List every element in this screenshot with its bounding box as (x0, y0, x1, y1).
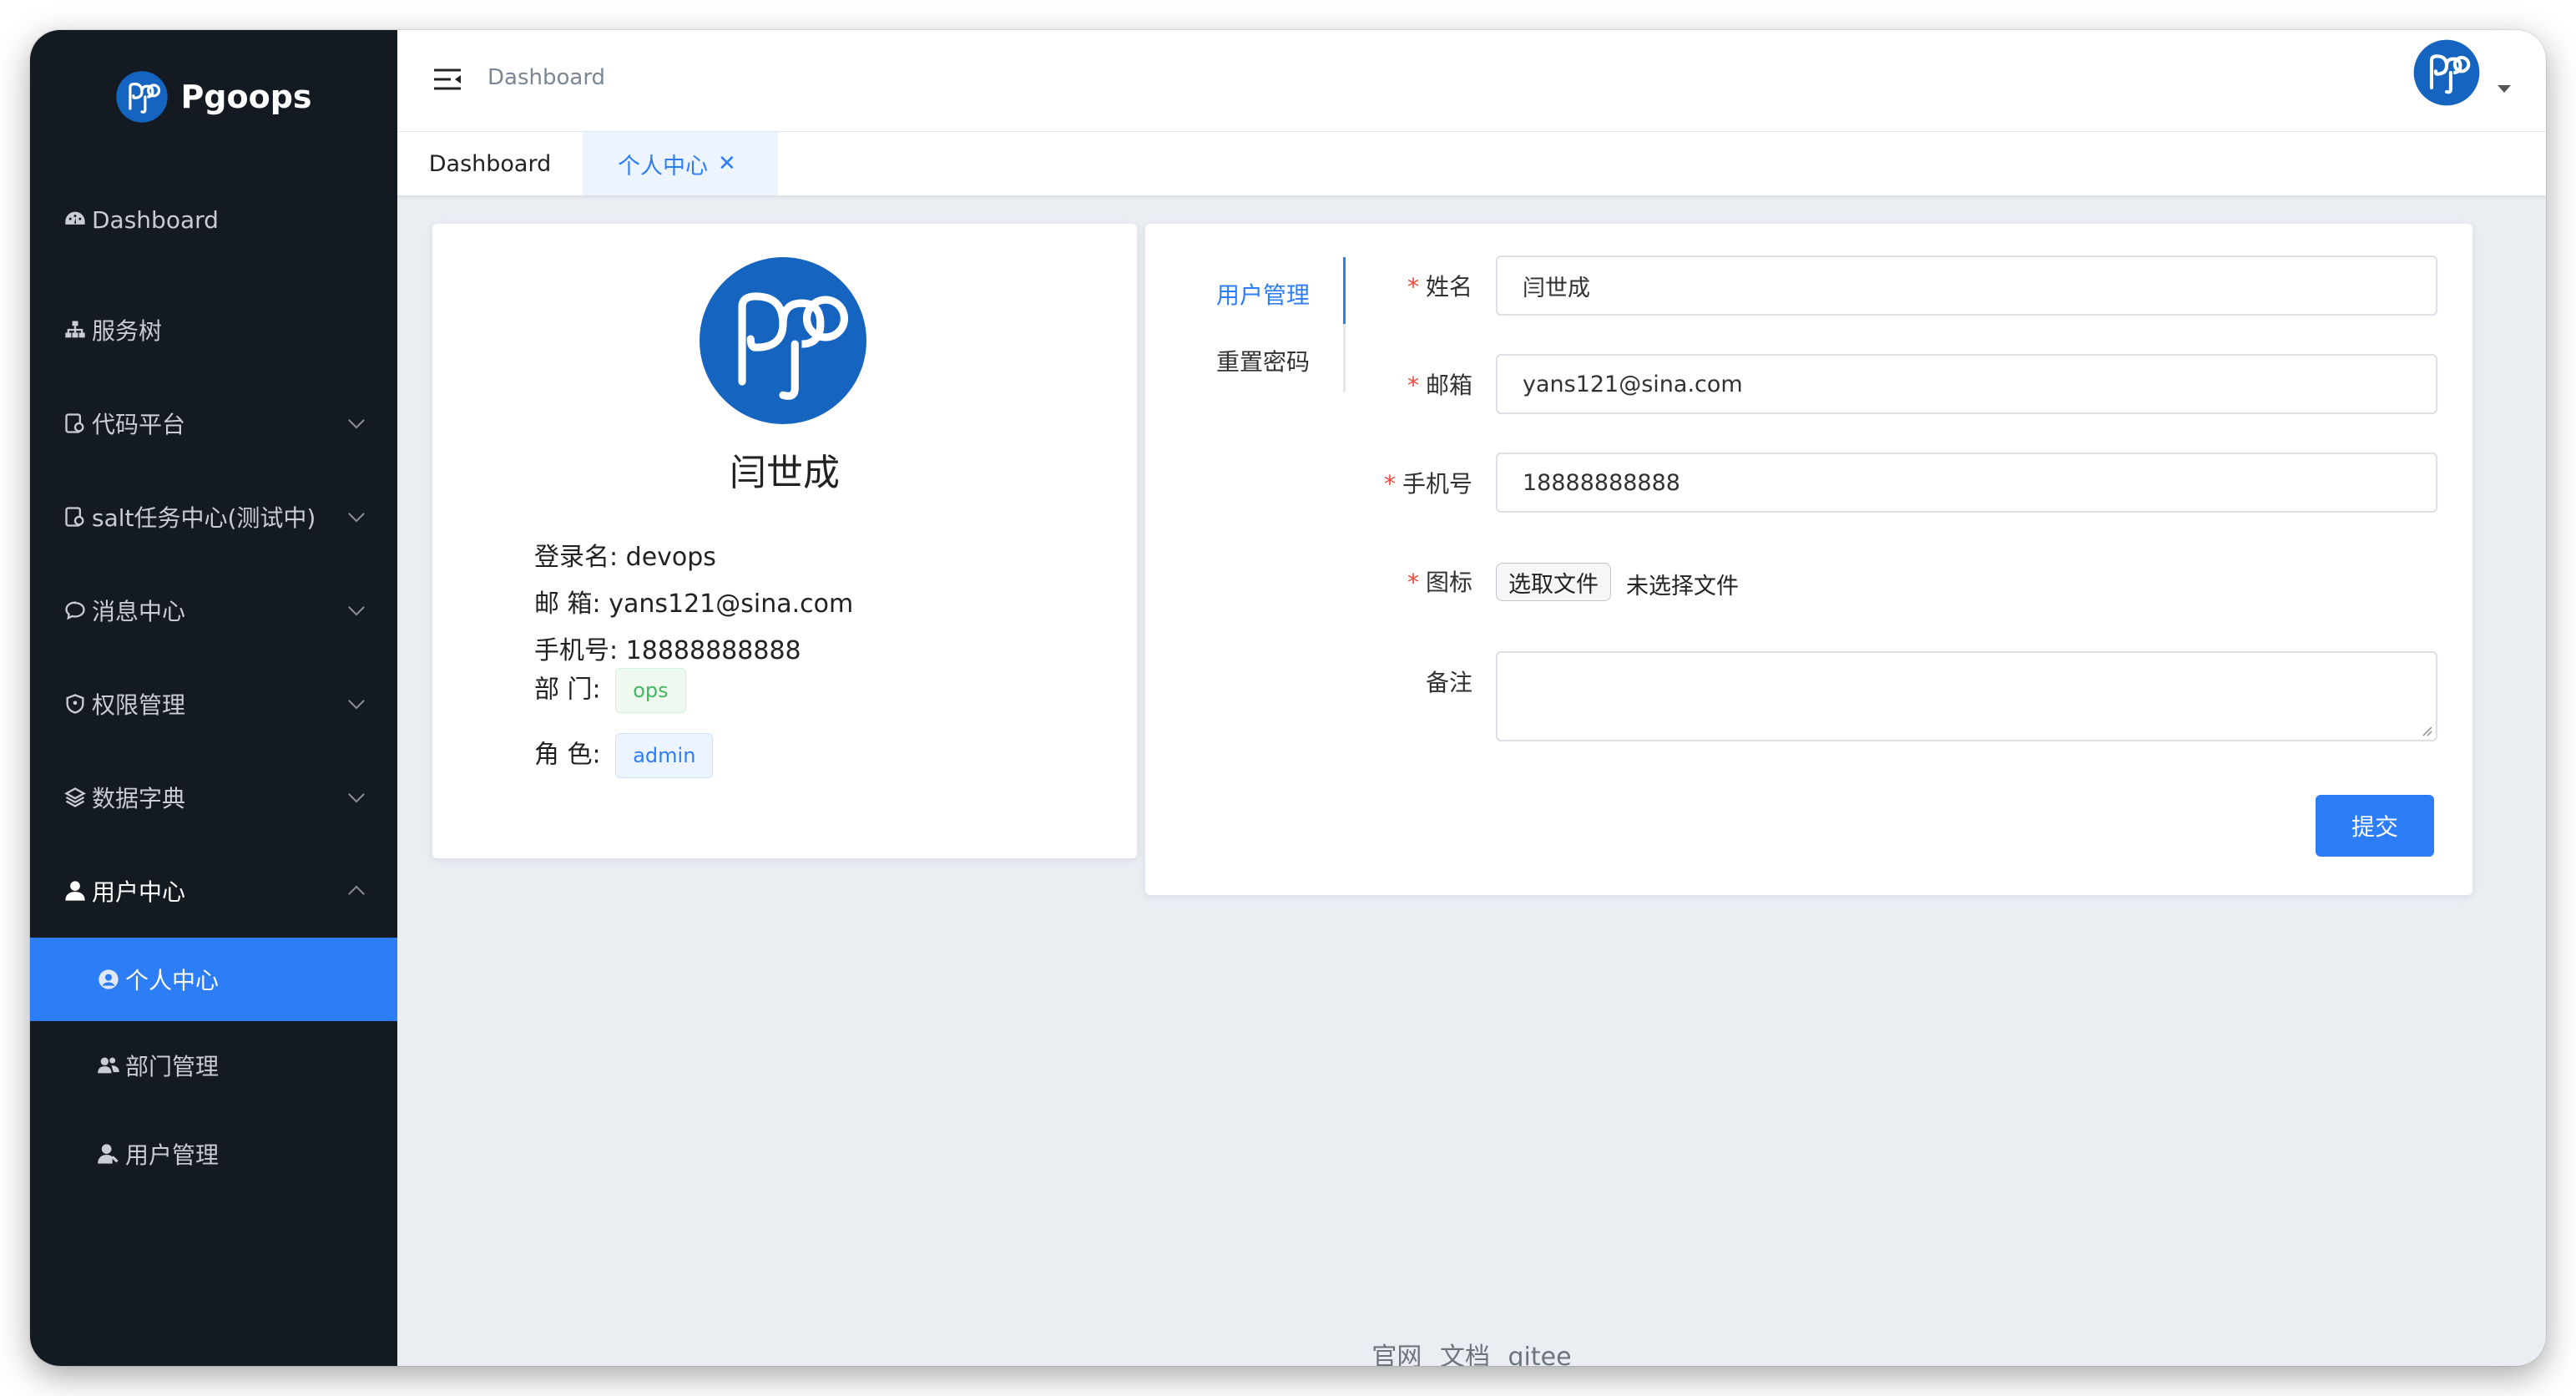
sidebar: Pgoops Dashboard 服务树 代码平台 salt任务中心(测试中) (30, 30, 397, 1366)
brand[interactable]: Pgoops (30, 30, 397, 164)
resize-handle-icon[interactable] (2421, 725, 2432, 736)
profile-email-row: 邮 箱: yans121@sina.com (534, 583, 853, 620)
user-center-submenu: 个人中心 部门管理 用户管理 (30, 938, 397, 1198)
form-tabs: 用户管理 重置密码 (1179, 257, 1346, 392)
sidebar-subitem-personal-center[interactable]: 个人中心 (30, 938, 397, 1021)
sidebar-subitem-user-manage[interactable]: 用户管理 (30, 1110, 397, 1198)
avatar[interactable] (2412, 38, 2481, 107)
name-label: * 姓名 (1407, 273, 1472, 301)
menu-collapse-icon[interactable] (434, 68, 461, 90)
sidebar-item-label: 部门管理 (125, 1053, 220, 1080)
close-icon[interactable]: ✕ (718, 151, 736, 176)
tab-label: Dashboard (428, 150, 552, 177)
sidebar-item-salt-tasks[interactable]: salt任务中心(测试中) (30, 470, 397, 564)
phone-value: 18888888888 (625, 636, 801, 665)
code-doc-icon (65, 413, 84, 433)
caret-down-icon[interactable] (2498, 85, 2511, 93)
chevron-up-icon (348, 885, 365, 903)
role-tag: admin (615, 733, 714, 778)
profile-dept-row: 部 门: ops (534, 668, 686, 713)
choose-file-button[interactable]: 选取文件 (1496, 563, 1611, 601)
sidebar-item-label: 个人中心 (125, 967, 220, 994)
tab-personal-center[interactable]: 个人中心 ✕ (583, 132, 778, 195)
user-manage-icon (98, 1144, 119, 1164)
task-doc-icon (65, 507, 84, 527)
remark-textarea[interactable] (1496, 651, 2437, 741)
chevron-down-icon (348, 599, 365, 616)
pgoops-logo (116, 71, 169, 123)
sidebar-item-label: salt任务中心(测试中) (92, 504, 316, 532)
layers-icon (64, 787, 86, 807)
footer-link-docs[interactable]: 文档 (1440, 1343, 1490, 1366)
chat-icon (65, 601, 85, 620)
sidebar-item-label: 用户管理 (125, 1141, 220, 1169)
user-form-card: 用户管理 重置密码 * 姓名 闫世成 * 邮箱 yans121@sina.com *… (1145, 224, 2472, 895)
sidebar-item-label: 用户中心 (92, 878, 186, 906)
app-window: Pgoops Dashboard 服务树 代码平台 salt任务中心(测试中) (30, 30, 2546, 1366)
submit-button[interactable]: 提交 (2316, 795, 2434, 857)
login-label: 登录名: (534, 543, 619, 572)
breadcrumb[interactable]: Dashboard (487, 65, 605, 90)
sidebar-item-label: Dashboard (92, 205, 219, 234)
footer: 官网 文档 gitee (397, 1336, 2546, 1366)
dept-tag: ops (615, 668, 686, 713)
email-value: yans121@sina.com (609, 589, 854, 619)
remark-label: 备注 (1425, 669, 1472, 696)
tab-user-manage[interactable]: 用户管理 (1216, 277, 1310, 311)
shield-icon (66, 694, 84, 714)
profile-phone-row: 手机号: 18888888888 (534, 630, 801, 666)
tabs-bar: Dashboard 个人中心 ✕ (397, 132, 2546, 195)
chevron-down-icon (348, 505, 365, 523)
no-file-text: 未选择文件 (1626, 574, 1739, 599)
login-value: devops (625, 543, 716, 572)
phone-label: * 手机号 (1383, 470, 1472, 498)
sidebar-item-label: 服务树 (92, 317, 163, 345)
sidebar-item-code-platform[interactable]: 代码平台 (30, 377, 397, 470)
email-label: 邮 箱: (534, 589, 601, 619)
profile-avatar (700, 257, 866, 424)
sidebar-item-label: 代码平台 (92, 411, 186, 438)
footer-link-gitee[interactable]: gitee (1508, 1343, 1572, 1366)
chevron-down-icon (348, 786, 365, 803)
sidebar-item-user-center[interactable]: 用户中心 (30, 844, 397, 938)
top-header: Dashboard (397, 30, 2546, 132)
profile-login-row: 登录名: devops (534, 536, 716, 573)
phone-label: 手机号: (534, 636, 619, 665)
chevron-down-icon (348, 412, 365, 429)
profile-name: 闫世成 (730, 452, 840, 494)
sidebar-item-label: 消息中心 (92, 598, 186, 625)
icon-label: * 图标 (1407, 569, 1472, 596)
active-tab-indicator (1343, 257, 1346, 324)
role-label: 角 色: (534, 740, 601, 770)
sidebar-item-data-dict[interactable]: 数据字典 (30, 751, 397, 844)
sidebar-subitem-department[interactable]: 部门管理 (30, 1021, 397, 1110)
tab-label: 个人中心 (618, 153, 708, 180)
phone-field[interactable]: 18888888888 (1496, 453, 2437, 513)
users-icon (98, 1057, 119, 1074)
sidebar-item-permissions[interactable]: 权限管理 (30, 657, 397, 751)
sidebar-item-label: 数据字典 (92, 785, 186, 812)
sitemap-icon (65, 321, 85, 338)
profile-card: 闫世成 登录名: devops 邮 箱: yans121@sina.com 手机… (432, 224, 1137, 858)
chevron-down-icon (348, 692, 365, 710)
user-icon (65, 881, 85, 901)
sidebar-menu: Dashboard 服务树 代码平台 salt任务中心(测试中) 消息中心 权限… (30, 185, 397, 1198)
sidebar-item-messages[interactable]: 消息中心 (30, 564, 397, 657)
sidebar-item-service-tree[interactable]: 服务树 (30, 283, 397, 377)
email-field[interactable]: yans121@sina.com (1496, 354, 2437, 414)
name-field[interactable]: 闫世成 (1496, 255, 2437, 316)
profile-role-row: 角 色: admin (534, 733, 714, 778)
user-circle-icon (98, 969, 119, 989)
brand-name: Pgoops (180, 78, 312, 115)
footer-link-official[interactable]: 官网 (1371, 1343, 1422, 1366)
tab-reset-password[interactable]: 重置密码 (1216, 344, 1310, 377)
email-label: * 邮箱 (1407, 372, 1472, 399)
dept-label: 部 门: (534, 675, 601, 705)
sidebar-item-dashboard[interactable]: Dashboard (30, 185, 397, 255)
tab-dashboard[interactable]: Dashboard (397, 132, 583, 195)
dashboard-icon (65, 211, 85, 225)
sidebar-item-label: 权限管理 (92, 691, 186, 719)
